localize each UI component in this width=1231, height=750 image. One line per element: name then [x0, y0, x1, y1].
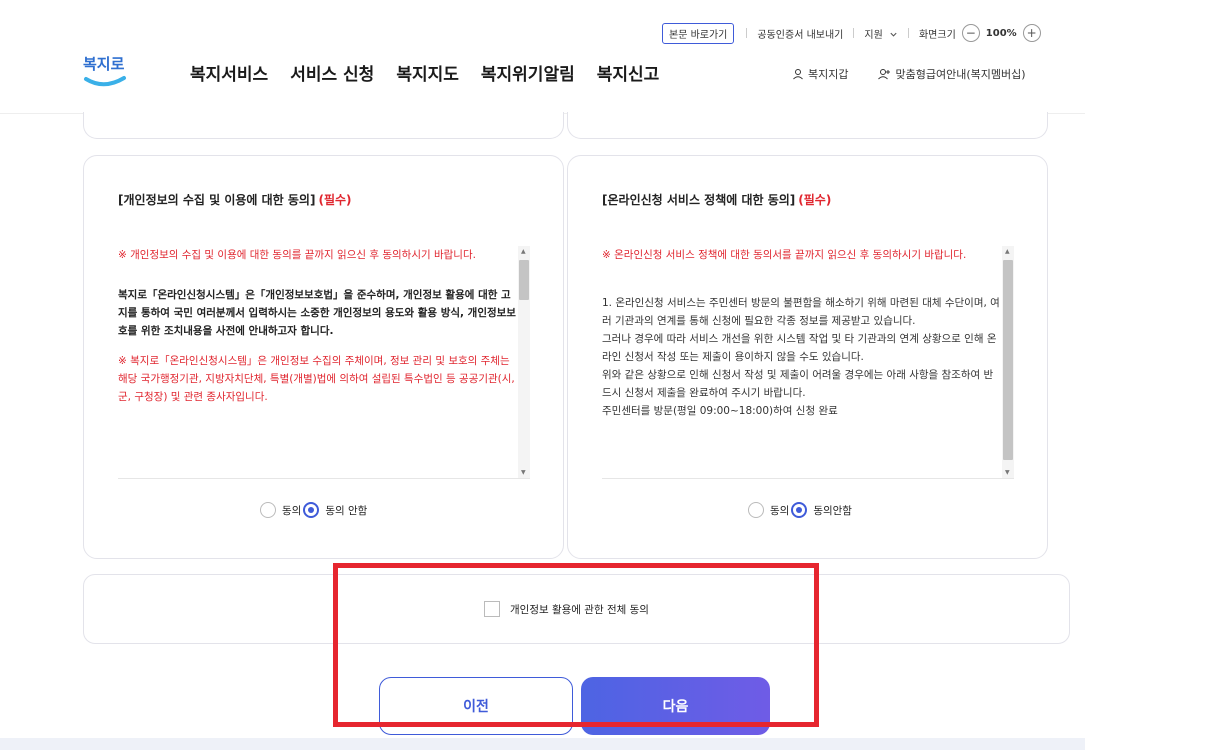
- nav-service-apply[interactable]: 서비스 신청: [290, 60, 374, 85]
- screen-size-label: 화면크기: [918, 29, 956, 41]
- divider: [746, 28, 748, 38]
- terms-text: ※ 온라인신청 서비스 정책에 대한 동의서를 끝까지 읽으신 후 동의하시기 …: [602, 246, 1000, 420]
- support-menu[interactable]: 지원: [864, 26, 898, 41]
- utility-bar: 본문 바로가기 공동인증서 내보내기 지원 화면크기 − 100% +: [662, 22, 1047, 44]
- disagree-radio[interactable]: [303, 502, 320, 518]
- scrollbar[interactable]: ▲ ▼: [518, 246, 530, 478]
- card-title-text: [온라인신청 서비스 정책에 대한 동의]: [602, 193, 796, 207]
- terms-text: ※ 개인정보의 수집 및 이용에 대한 동의를 끝까지 읽으신 후 동의하시기 …: [118, 246, 516, 418]
- card-title: [온라인신청 서비스 정책에 대한 동의] (필수): [602, 191, 831, 208]
- agree-label[interactable]: 동의: [282, 503, 301, 518]
- global-nav: 복지서비스 서비스 신청 복지지도 복지위기알림 복지신고: [190, 60, 659, 85]
- divider: [853, 28, 855, 38]
- privacy-terms-scrollbox[interactable]: ※ 개인정보의 수집 및 이용에 대한 동의를 끝까지 읽으신 후 동의하시기 …: [118, 246, 530, 479]
- privacy-consent-card: [개인정보의 수집 및 이용에 대한 동의] (필수) ※ 개인정보의 수집 및 …: [83, 155, 564, 559]
- scroll-thumb[interactable]: [519, 260, 529, 300]
- terms-notice: ※ 온라인신청 서비스 정책에 대한 동의서를 끝까지 읽으신 후 동의하시기 …: [602, 249, 967, 261]
- nav-welfare-service[interactable]: 복지서비스: [190, 60, 268, 85]
- privacy-radio-group: 동의 동의 안함: [260, 502, 367, 518]
- divider: [907, 28, 909, 38]
- terms-line: 주민센터를 방문(평일 09:00~18:00)하여 신청 완료: [602, 405, 838, 417]
- agree-radio[interactable]: [748, 502, 764, 518]
- agree-radio[interactable]: [260, 502, 276, 518]
- card-title-text: [개인정보의 수집 및 이용에 대한 동의]: [118, 193, 316, 207]
- membership-label: 맞춤형급여안내(복지멤버십): [895, 68, 1026, 81]
- scroll-thumb[interactable]: [1003, 260, 1013, 460]
- skip-to-content-link[interactable]: 본문 바로가기: [662, 22, 735, 44]
- nav-crisis-alert[interactable]: 복지위기알림: [481, 60, 575, 85]
- online-radio-group: 동의 동의안함: [748, 502, 852, 518]
- footer-strip: [0, 738, 1085, 750]
- scroll-down-icon[interactable]: ▼: [521, 469, 526, 476]
- page: 본문 바로가기 공동인증서 내보내기 지원 화면크기 − 100% + 복지로 …: [0, 0, 1231, 750]
- site-logo[interactable]: 복지로: [80, 52, 132, 92]
- scroll-up-icon[interactable]: ▲: [521, 248, 526, 255]
- scroll-up-icon[interactable]: ▲: [1005, 248, 1010, 255]
- nav-welfare-report[interactable]: 복지신고: [597, 60, 660, 85]
- terms-body: 복지로「온라인신청시스템」은「개인정보보호법」을 준수하며, 개인정보 활용에 …: [118, 289, 516, 337]
- support-label: 지원: [864, 29, 883, 41]
- prev-card-left: [83, 112, 564, 139]
- agree-all-checkbox[interactable]: [484, 601, 500, 617]
- chevron-down-icon: [890, 32, 897, 37]
- logo-mark: 복지로: [83, 55, 126, 87]
- cert-export-link[interactable]: 공동인증서 내보내기: [757, 26, 843, 41]
- user-plus-icon: [878, 69, 891, 80]
- disagree-label[interactable]: 동의안함: [813, 503, 852, 518]
- required-badge: (필수): [318, 193, 352, 207]
- zoom-value: 100%: [985, 27, 1017, 39]
- terms-notice: ※ 개인정보의 수집 및 이용에 대한 동의를 끝까지 읽으신 후 동의하시기 …: [118, 249, 476, 261]
- agree-all-label[interactable]: 개인정보 활용에 관한 전체 동의: [510, 602, 649, 617]
- header-right-links: 복지지갑 맞춤형급여안내(복지멤버십): [792, 66, 1026, 82]
- wallet-label: 복지지갑: [808, 68, 849, 81]
- zoom-out-button[interactable]: −: [961, 24, 980, 42]
- disagree-label[interactable]: 동의 안함: [325, 503, 367, 518]
- agree-label[interactable]: 동의: [770, 503, 789, 518]
- terms-line: 위와 같은 상황으로 인해 신청서 작성 및 제출이 어려울 경우에는 아래 사…: [602, 369, 994, 399]
- wallet-link[interactable]: 복지지갑: [792, 66, 848, 82]
- scroll-down-icon[interactable]: ▼: [1005, 469, 1010, 476]
- terms-line: 1. 온라인신청 서비스는 주민센터 방문의 불편함을 해소하기 위해 마련된 …: [602, 297, 1000, 327]
- online-policy-card: [온라인신청 서비스 정책에 대한 동의] (필수) ※ 온라인신청 서비스 정책…: [567, 155, 1048, 559]
- next-button[interactable]: 다음: [581, 677, 770, 735]
- required-badge: (필수): [798, 193, 832, 207]
- membership-link[interactable]: 맞춤형급여안내(복지멤버십): [878, 66, 1026, 82]
- terms-line: 그러나 경우에 따라 서비스 개선을 위한 시스템 작업 및 타 기관과의 연계…: [602, 333, 997, 363]
- terms-body: 1. 온라인신청 서비스는 주민센터 방문의 불편함을 해소하기 위해 마련된 …: [602, 294, 1000, 420]
- zoom-in-button[interactable]: +: [1022, 24, 1041, 42]
- disagree-radio[interactable]: [791, 502, 808, 518]
- user-icon: [793, 69, 803, 80]
- card-title: [개인정보의 수집 및 이용에 대한 동의] (필수): [118, 191, 352, 208]
- prev-button[interactable]: 이전: [379, 677, 573, 735]
- svg-text:복지로: 복지로: [83, 55, 125, 73]
- terms-subject: ※ 복지로「온라인신청시스템」은 개인정보 수집의 주체이며, 정보 관리 및 …: [118, 355, 515, 403]
- agree-all-checkbox-row[interactable]: 개인정보 활용에 관한 전체 동의: [484, 601, 649, 617]
- nav-welfare-map[interactable]: 복지지도: [396, 60, 459, 85]
- scrollbar[interactable]: ▲ ▼: [1002, 246, 1014, 478]
- online-terms-scrollbox[interactable]: ※ 온라인신청 서비스 정책에 대한 동의서를 끝까지 읽으신 후 동의하시기 …: [602, 246, 1014, 479]
- prev-card-right: [567, 112, 1048, 139]
